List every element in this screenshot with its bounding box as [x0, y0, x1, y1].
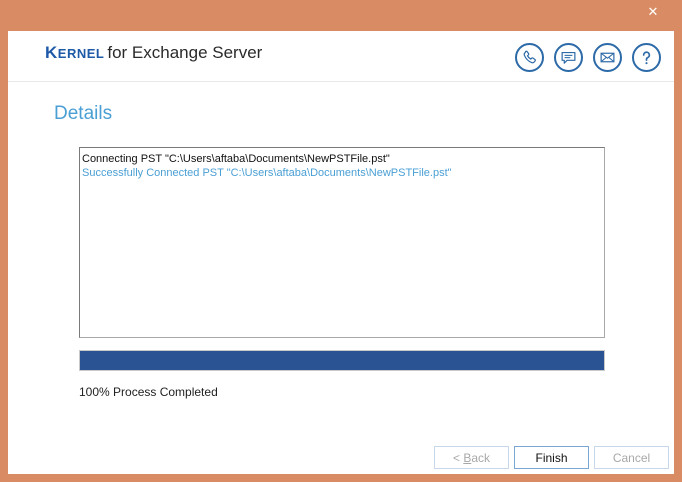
- progress-fill: [80, 351, 604, 370]
- details-log-box[interactable]: Connecting PST "C:\Users\aftaba\Document…: [79, 147, 605, 338]
- status-text: 100% Process Completed: [79, 385, 218, 399]
- chat-icon: [561, 51, 576, 64]
- help-icon: [642, 51, 651, 65]
- email-support-button[interactable]: [593, 43, 622, 72]
- brand-product-name: for Exchange Server: [107, 43, 263, 62]
- log-line-success: Successfully Connected PST "C:\Users\aft…: [82, 167, 452, 179]
- close-icon: ✕: [647, 4, 659, 19]
- brand-logo: KERNEL for Exchange Server: [45, 43, 262, 63]
- progress-bar: [79, 350, 605, 371]
- page-title: Details: [54, 103, 113, 124]
- window-close-button[interactable]: ✕: [630, 2, 676, 22]
- header-bar: KERNEL for Exchange Server: [8, 31, 674, 82]
- cancel-button[interactable]: Cancel: [594, 446, 669, 469]
- finish-button[interactable]: Finish: [514, 446, 589, 469]
- phone-support-button[interactable]: [515, 43, 544, 72]
- phone-icon: [523, 50, 536, 64]
- app-window: ✕ KERNEL for Exchange Server Details Con…: [0, 0, 682, 482]
- help-button[interactable]: [632, 43, 661, 72]
- log-line: Connecting PST "C:\Users\aftaba\Document…: [82, 153, 390, 165]
- chat-support-button[interactable]: [554, 43, 583, 72]
- back-button[interactable]: < Back: [434, 446, 509, 469]
- wizard-client-area: KERNEL for Exchange Server Details Conne…: [8, 31, 674, 474]
- brand-kernel: KERNEL: [45, 43, 105, 62]
- mail-icon: [600, 52, 615, 63]
